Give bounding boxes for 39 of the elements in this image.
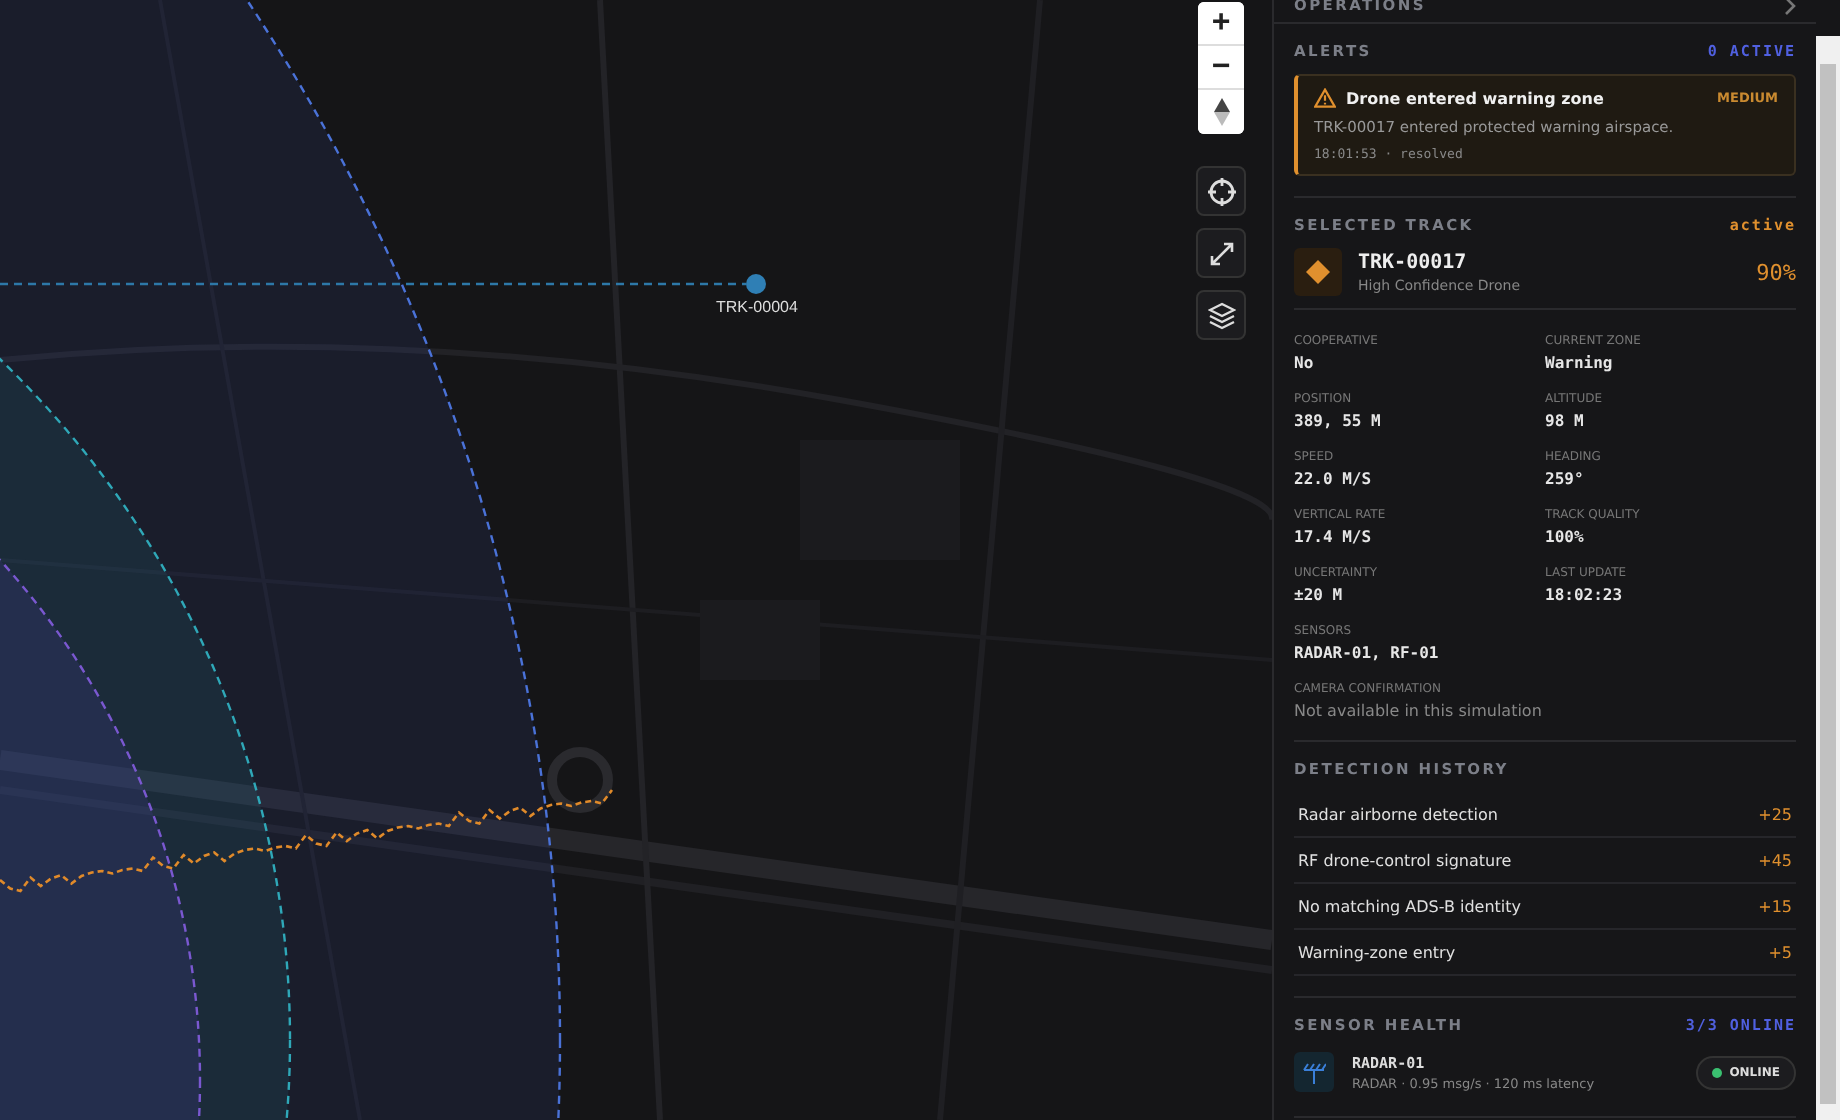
- fullscreen-button[interactable]: [1196, 228, 1246, 278]
- field-value: 100%: [1545, 528, 1586, 546]
- detection-score: +15: [1758, 897, 1792, 915]
- alert-title: Drone entered warning zone: [1346, 89, 1606, 107]
- compass-icon: [1213, 98, 1229, 126]
- field-value: 22.0 M/S: [1294, 470, 1374, 488]
- detection-score: +25: [1758, 805, 1792, 823]
- layers-icon: [1207, 301, 1235, 329]
- confidence-value: 90%: [1756, 259, 1796, 285]
- field-value: No: [1294, 354, 1316, 372]
- field-value: 389, 55 M: [1294, 412, 1383, 430]
- detection-reason: RF drone-control signature: [1298, 851, 1512, 869]
- field-value: 98 M: [1545, 412, 1586, 430]
- detection-reason: No matching ADS-B identity: [1298, 897, 1522, 915]
- detection-reason: Warning-zone entry: [1298, 943, 1456, 961]
- detection-reason: Radar airborne detection: [1298, 805, 1498, 823]
- zoom-in-button[interactable]: +: [1198, 2, 1244, 46]
- crosshair-icon: [1207, 177, 1235, 205]
- field-value: Not available in this simulation: [1294, 702, 1544, 720]
- scrollbar[interactable]: [1816, 36, 1840, 1120]
- detection-score: +5: [1768, 943, 1792, 961]
- warning-icon: [1314, 88, 1336, 108]
- chevron-right-icon[interactable]: [1784, 0, 1796, 15]
- field-value: 18:02:23: [1545, 586, 1625, 604]
- field-value: 17.4 M/S: [1294, 528, 1374, 546]
- track-id: TRK-00017: [1358, 251, 1469, 273]
- field-value: RADAR-01, RF-01: [1294, 644, 1441, 662]
- antenna-icon: [1302, 1060, 1326, 1084]
- expand-icon: [1209, 241, 1233, 265]
- locate-button[interactable]: [1196, 166, 1246, 216]
- track-marker[interactable]: [746, 274, 766, 294]
- field-value: ±20 M: [1294, 586, 1345, 604]
- field-value: Warning: [1545, 354, 1615, 372]
- track-label: TRK-00004: [716, 298, 798, 316]
- field-value: 259°: [1545, 470, 1586, 488]
- scroll-thumb[interactable]: [1820, 64, 1836, 1104]
- layers-button[interactable]: [1196, 290, 1246, 340]
- diamond-icon: [1306, 260, 1330, 284]
- detection-score: +45: [1758, 851, 1792, 869]
